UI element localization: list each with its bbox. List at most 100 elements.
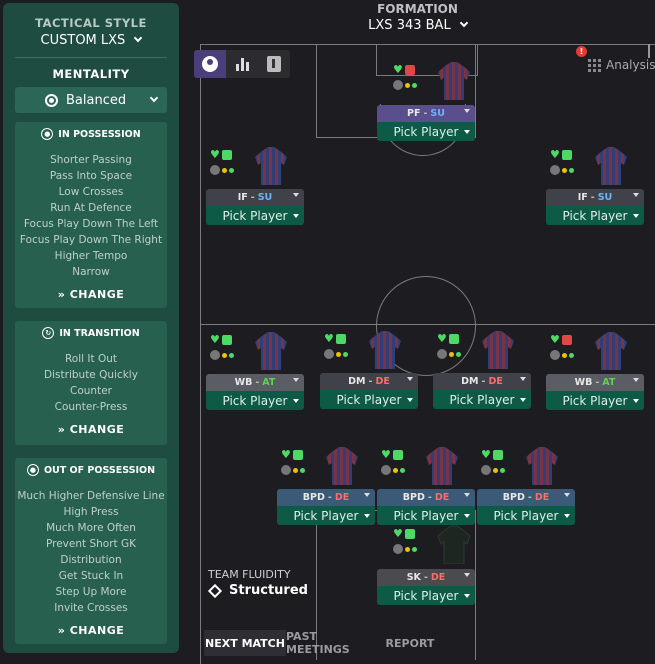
- role-separator: -: [327, 492, 332, 503]
- role-separator: -: [255, 377, 260, 388]
- pick-player-label: Pick Player: [293, 508, 359, 523]
- caret-down-icon: [520, 398, 526, 402]
- formation-slot: PF - SU Pick Player: [377, 105, 475, 145]
- status-badge-icon: [493, 450, 503, 460]
- status-badge-icon: [222, 335, 232, 345]
- role-suitability-dots: [437, 349, 461, 359]
- instruction-item: Narrow: [72, 266, 110, 278]
- role-label: BPD: [502, 492, 525, 503]
- role-label: IF: [237, 192, 248, 203]
- pick-player-dropdown[interactable]: Pick Player: [433, 390, 531, 409]
- heart-icon: ♥: [210, 148, 220, 161]
- team-fluidity-label: TEAM FLUIDITY: [208, 568, 291, 581]
- heart-icon: ♥: [210, 333, 220, 346]
- tab-past-meetings[interactable]: PAST MEETINGS: [286, 630, 382, 656]
- pick-player-dropdown[interactable]: Pick Player: [477, 506, 575, 525]
- status-badge-icon: [293, 450, 303, 460]
- instruction-item: Invite Crosses: [54, 602, 128, 614]
- double-chevron-icon: »: [57, 423, 66, 436]
- role-separator: -: [527, 492, 532, 503]
- shirt-icon: [525, 445, 559, 485]
- formation-dropdown[interactable]: LXS 343 BAL: [180, 18, 655, 33]
- status-badge-icon: [336, 334, 346, 344]
- out-of-possession-change-button[interactable]: » CHANGE: [15, 624, 167, 637]
- instructions-view-button[interactable]: [258, 50, 290, 78]
- caret-down-icon: [464, 573, 470, 577]
- pick-player-dropdown[interactable]: Pick Player: [546, 391, 644, 410]
- stats-view-button[interactable]: [226, 50, 258, 78]
- analysis-button[interactable]: Analysis: [588, 56, 655, 74]
- role-duty-selector[interactable]: BPD - DE: [377, 489, 475, 506]
- out-of-possession-header: ● OUT OF POSSESSION: [15, 458, 167, 482]
- pick-player-dropdown[interactable]: Pick Player: [206, 391, 304, 410]
- heart-icon: ♥: [550, 333, 560, 346]
- role-label: BPD: [302, 492, 325, 503]
- duty-label: AT: [602, 377, 616, 388]
- role-suitability-dots: [210, 165, 234, 175]
- bar-chart-icon: [235, 58, 249, 71]
- view-toggle-group: [194, 50, 290, 78]
- caret-down-icon: [407, 398, 413, 402]
- role-duty-selector[interactable]: BPD - DE: [277, 489, 375, 506]
- role-duty-selector[interactable]: IF - SU: [546, 189, 644, 206]
- tab-report[interactable]: REPORT: [384, 630, 436, 656]
- pick-player-dropdown[interactable]: Pick Player: [377, 586, 475, 605]
- double-chevron-icon: »: [57, 624, 66, 637]
- role-duty-selector[interactable]: IF - SU: [206, 189, 304, 206]
- caret-down-icon: [464, 493, 470, 497]
- caret-down-icon: [633, 378, 639, 382]
- duty-label: DE: [430, 572, 446, 583]
- in-possession-list: Shorter Passing Pass Into Space Low Crosse…: [15, 146, 167, 280]
- heart-icon: ♥: [281, 448, 291, 461]
- instruction-item: Much More Often: [46, 522, 136, 534]
- player-status-icons: ♥: [393, 528, 415, 539]
- transition-icon: ↻: [42, 327, 55, 339]
- role-duty-selector[interactable]: WB - AT: [206, 374, 304, 391]
- chevron-down-icon: [149, 93, 159, 103]
- pick-player-label: Pick Player: [562, 393, 628, 408]
- role-duty-selector[interactable]: SK - DE: [377, 569, 475, 586]
- out-of-possession-title: OUT OF POSSESSION: [43, 464, 156, 476]
- pick-player-dropdown[interactable]: Pick Player: [377, 506, 475, 525]
- duty-label: SU: [430, 108, 445, 119]
- pick-player-label: Pick Player: [393, 124, 459, 139]
- role-label: BPD: [402, 492, 425, 503]
- tactical-style-dropdown[interactable]: CUSTOM LXS: [3, 33, 179, 48]
- in-transition-title: IN TRANSITION: [59, 327, 140, 339]
- role-duty-selector[interactable]: DM - DE: [433, 373, 531, 390]
- tab-next-match[interactable]: NEXT MATCH: [204, 630, 286, 656]
- role-duty-selector[interactable]: BPD - DE: [477, 489, 575, 506]
- pick-player-dropdown[interactable]: Pick Player: [277, 506, 375, 525]
- role-suitability-dots: [393, 80, 417, 90]
- player-status-icons: ♥: [281, 448, 303, 461]
- status-badge-icon: [405, 529, 415, 539]
- player-status-icons: ♥: [210, 333, 232, 346]
- pick-player-dropdown[interactable]: Pick Player: [546, 206, 644, 225]
- caret-down-icon: [293, 399, 299, 403]
- instruction-item: Distribution: [60, 554, 122, 566]
- formation-slot: WB - AT Pick Player: [546, 374, 644, 414]
- duty-label: DE: [375, 376, 390, 387]
- mentality-dropdown[interactable]: Balanced: [15, 87, 167, 113]
- pick-player-dropdown[interactable]: Pick Player: [206, 206, 304, 225]
- mentality-icon: [45, 93, 58, 107]
- role-duty-selector[interactable]: PF - SU: [377, 105, 475, 122]
- tactical-style-label: TACTICAL STYLE: [35, 16, 147, 30]
- in-transition-change-button[interactable]: » CHANGE: [15, 423, 167, 436]
- role-suitability-dots: [324, 349, 348, 359]
- duty-label: DE: [534, 492, 550, 503]
- pick-player-dropdown[interactable]: Pick Player: [377, 122, 475, 141]
- caret-down-icon: [633, 193, 639, 197]
- in-possession-change-button[interactable]: » CHANGE: [15, 288, 167, 301]
- player-view-button[interactable]: [194, 50, 226, 78]
- pick-player-dropdown[interactable]: Pick Player: [320, 390, 418, 409]
- divider: [15, 57, 167, 58]
- role-duty-selector[interactable]: DM - DE: [320, 373, 418, 390]
- status-badge-icon: [449, 334, 459, 344]
- role-separator: -: [368, 376, 373, 387]
- role-duty-selector[interactable]: WB - AT: [546, 374, 644, 391]
- status-badge-icon: [562, 335, 572, 345]
- formation-slot: DM - DE Pick Player: [433, 373, 531, 413]
- chevron-down-icon: [134, 33, 143, 43]
- alert-icon: !: [576, 46, 587, 57]
